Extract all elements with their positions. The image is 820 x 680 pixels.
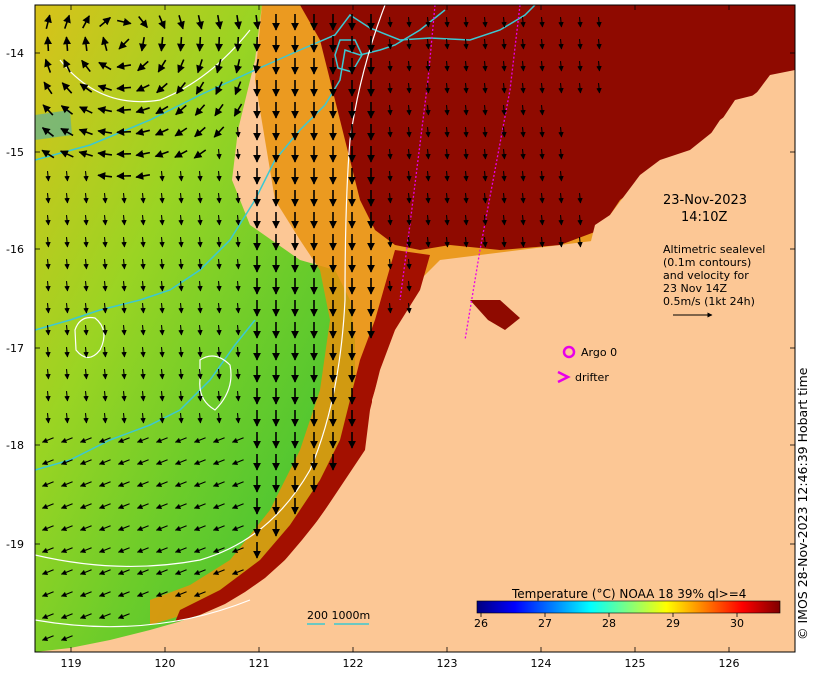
altimetry-legend: Altimetric sealevel (0.1m contours) and …	[663, 243, 765, 308]
altimetry-line: and velocity for	[663, 269, 749, 282]
altimetry-line: 23 Nov 14Z	[663, 282, 727, 295]
x-tick-label: 122	[342, 657, 364, 670]
bathymetry-scale-label: 200 1000m	[307, 609, 371, 622]
colorbar-tick-label: 26	[474, 617, 488, 630]
copyright-text: © IMOS 28-Nov-2023 12:46:39 Hobart time	[795, 367, 810, 640]
velocity-arrow	[116, 105, 132, 114]
colorbar-tick-label: 28	[602, 617, 616, 630]
x-tick-label: 120	[154, 657, 176, 670]
x-tick-label: 125	[624, 657, 646, 670]
velocity-arrow	[177, 36, 186, 52]
velocity-arrow	[196, 36, 205, 52]
argo-label: Argo 0	[581, 346, 618, 359]
altimetry-line: (0.1m contours)	[663, 256, 752, 269]
velocity-arrow	[63, 36, 72, 52]
altimetry-line: Altimetric sealevel	[663, 243, 766, 256]
drifter-label: drifter	[575, 371, 609, 384]
colorbar-title: Temperature (°C) NOAA 18 39% ql>=4	[512, 587, 747, 601]
y-tick-label: -19	[6, 538, 24, 551]
date-text: 23-Nov-2023	[663, 193, 748, 208]
colorbar-tick-label: 30	[730, 617, 744, 630]
sst-map	[34, 4, 796, 653]
x-tick-label: 119	[60, 657, 82, 670]
velocity-arrow	[116, 127, 132, 136]
x-tick-label: 121	[248, 657, 270, 670]
velocity-arrow	[44, 36, 53, 52]
colorbar	[476, 600, 781, 614]
y-tick-label: -18	[6, 439, 24, 452]
altimetry-line: 0.5m/s (1kt 24h)	[663, 295, 755, 308]
y-tick-label: -16	[6, 243, 24, 256]
time-text: 14:10Z	[681, 210, 728, 225]
y-tick-label: -15	[6, 146, 24, 159]
observation-datetime: 23-Nov-2023 14:10Z	[663, 192, 747, 226]
colorbar-tick-label: 27	[538, 617, 552, 630]
y-tick-label: -17	[6, 342, 24, 355]
velocity-arrow	[215, 36, 224, 52]
x-tick-label: 126	[718, 657, 740, 670]
x-tick-label: 124	[530, 657, 552, 670]
x-tick-label: 123	[436, 657, 458, 670]
y-tick-label: -14	[6, 47, 24, 60]
colorbar-tick-label: 29	[666, 617, 680, 630]
